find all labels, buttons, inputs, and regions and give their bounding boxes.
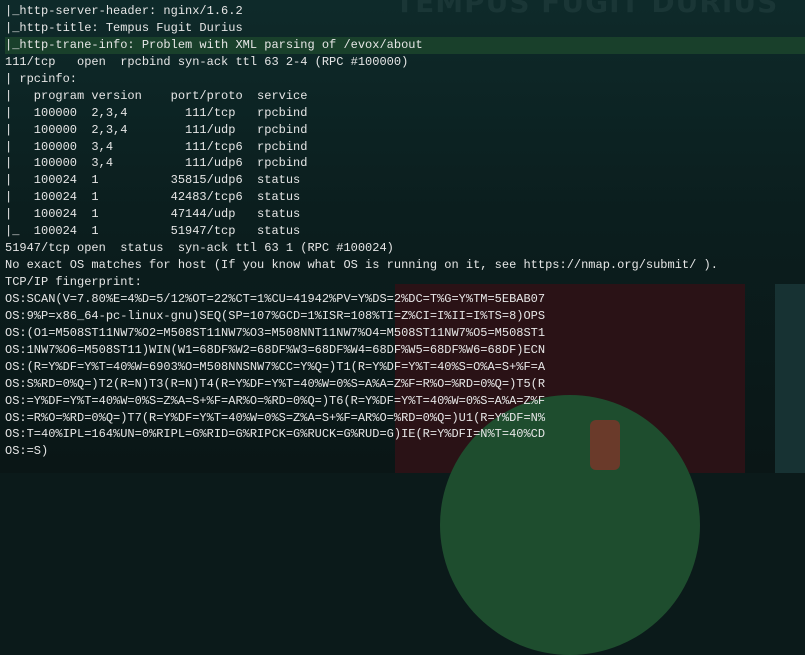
terminal-line: OS:(R=Y%DF=Y%T=40%W=6903%O=M508NNSNW7%CC… xyxy=(5,359,546,374)
terminal-line: | rpcinfo: xyxy=(5,71,78,86)
terminal-line: OS:=R%O=%RD=0%Q=)T7(R=Y%DF=Y%T=40%W=0%S=… xyxy=(5,410,546,425)
terminal-line: 111/tcp open rpcbind syn-ack ttl 63 2-4 … xyxy=(5,54,409,69)
terminal-line: OS:SCAN(V=7.80%E=4%D=5/12%OT=22%CT=1%CU=… xyxy=(5,291,546,306)
terminal-line: OS:=S) xyxy=(5,444,49,459)
terminal-line: | 100000 3,4 111/tcp6 rpcbind xyxy=(5,139,308,154)
terminal-line: | 100000 2,3,4 111/udp rpcbind xyxy=(5,122,308,137)
terminal-line: 51947/tcp open status syn-ack ttl 63 1 (… xyxy=(5,241,394,256)
terminal-line: OS:T=40%IPL=164%UN=0%RIPL=G%RID=G%RIPCK=… xyxy=(5,427,546,442)
terminal-output[interactable]: |_http-server-header: nginx/1.6.2 |_http-… xyxy=(5,3,805,460)
terminal-line: |_ 100024 1 51947/tcp status xyxy=(5,224,301,239)
terminal-line: TCP/IP fingerprint: xyxy=(5,275,142,289)
terminal-line: OS:1NW7%O6=M508ST11)WIN(W1=68DF%W2=68DF%… xyxy=(5,342,546,357)
terminal-line: OS:S%RD=0%Q=)T2(R=N)T3(R=N)T4(R=Y%DF=Y%T… xyxy=(5,376,546,391)
terminal-line: OS:9%P=x86_64-pc-linux-gnu)SEQ(SP=107%GC… xyxy=(5,308,546,323)
terminal-line: OS:(O1=M508ST11NW7%O2=M508ST11NW7%O3=M50… xyxy=(5,325,546,340)
terminal-line: |_http-server-header: nginx/1.6.2 xyxy=(5,4,243,18)
terminal-line: No exact OS matches for host (If you kno… xyxy=(5,258,718,273)
terminal-line: | 100000 2,3,4 111/tcp rpcbind xyxy=(5,105,308,120)
terminal-line: | 100024 1 42483/tcp6 status xyxy=(5,190,301,205)
terminal-line: | 100000 3,4 111/udp6 rpcbind xyxy=(5,156,308,171)
terminal-line: | program version port/proto service xyxy=(5,88,308,103)
terminal-line-highlighted: |_http-trane-info: Problem with XML pars… xyxy=(5,36,805,54)
terminal-line: | 100024 1 35815/udp6 status xyxy=(5,173,301,188)
terminal-line: |_http-title: Tempus Fugit Durius xyxy=(5,20,243,35)
terminal-line: OS:=Y%DF=Y%T=40%W=0%S=Z%A=S+%F=AR%O=%RD=… xyxy=(5,393,546,408)
terminal-line: | 100024 1 47144/udp status xyxy=(5,207,301,222)
